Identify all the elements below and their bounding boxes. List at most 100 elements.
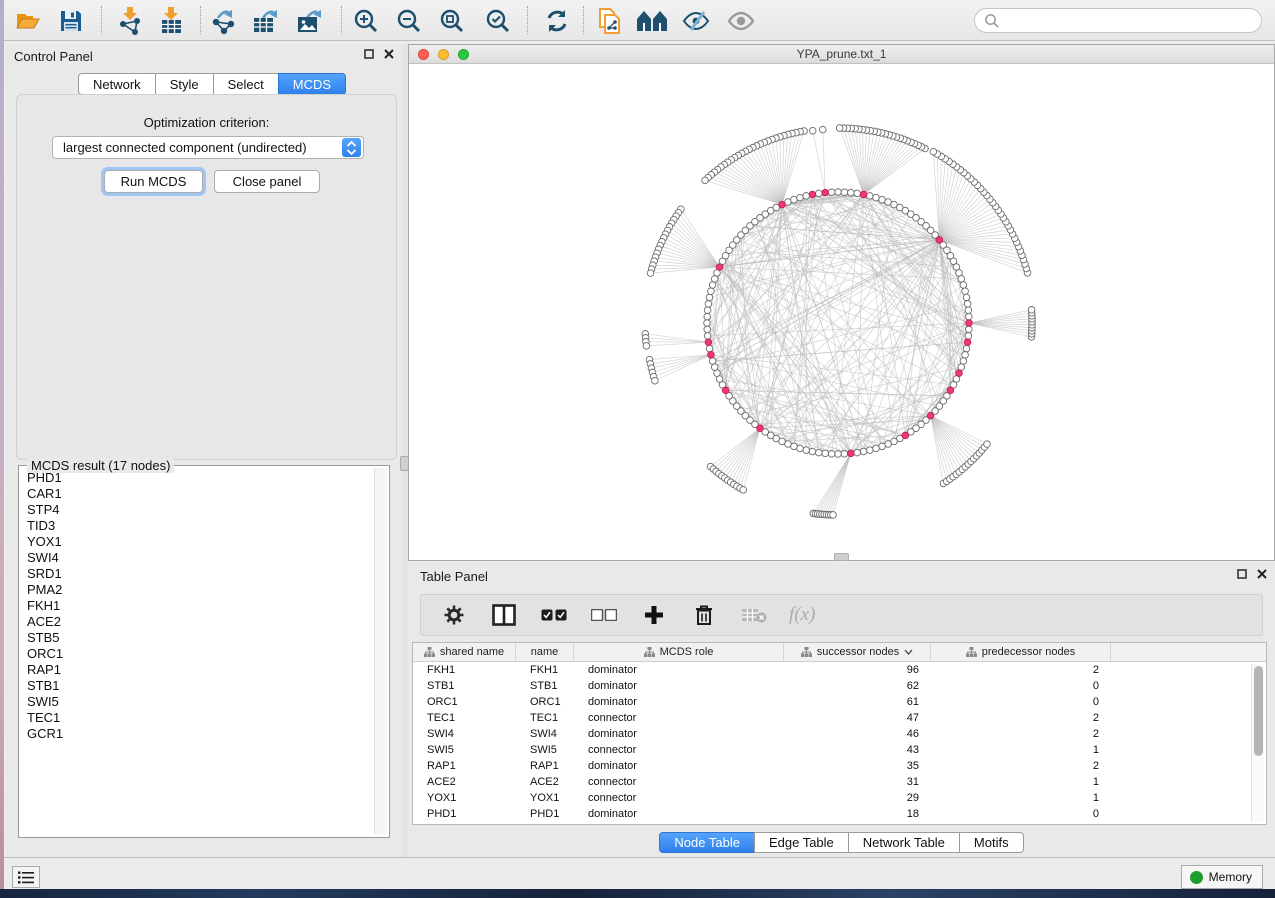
graph-node-dominator[interactable]: [927, 412, 934, 419]
column-header-name[interactable]: name: [516, 643, 574, 661]
tab-network-table[interactable]: Network Table: [848, 832, 960, 853]
graph-node[interactable]: [803, 447, 810, 454]
graph-node[interactable]: [709, 282, 716, 289]
graph-node-dominator[interactable]: [722, 387, 729, 394]
table-row[interactable]: YOX1YOX1connector291: [413, 790, 1266, 806]
mcds-result-item[interactable]: PHD1: [27, 470, 373, 486]
graph-node[interactable]: [702, 177, 709, 184]
graph-node-dominator[interactable]: [708, 352, 715, 359]
graph-node[interactable]: [966, 326, 973, 333]
select-all-button[interactable]: [539, 600, 569, 630]
graph-node[interactable]: [708, 288, 715, 295]
search-field[interactable]: [974, 8, 1262, 33]
graph-node[interactable]: [835, 451, 842, 458]
graph-node[interactable]: [822, 450, 829, 457]
graph-node[interactable]: [816, 449, 823, 456]
graph-node[interactable]: [809, 448, 816, 455]
memory-button[interactable]: Memory: [1181, 865, 1263, 889]
tab-motifs[interactable]: Motifs: [959, 832, 1024, 853]
table-row[interactable]: FKH1FKH1dominator962: [413, 662, 1266, 678]
zoom-fit-button[interactable]: [435, 4, 469, 38]
apply-function-button[interactable]: f(x): [789, 600, 815, 630]
close-panel-icon[interactable]: [384, 49, 394, 59]
table-settings-button[interactable]: [439, 600, 469, 630]
mcds-result-item[interactable]: STB1: [27, 678, 373, 694]
refresh-view-button[interactable]: [540, 4, 574, 38]
show-all-button[interactable]: [724, 4, 758, 38]
mcds-result-item[interactable]: YOX1: [27, 534, 373, 550]
graph-node[interactable]: [706, 345, 713, 352]
column-header-predecessor-nodes[interactable]: predecessor nodes: [931, 643, 1111, 661]
task-history-button[interactable]: [12, 866, 40, 888]
export-network-button[interactable]: [207, 4, 241, 38]
mcds-result-list[interactable]: PHD1CAR1STP4TID3YOX1SWI4SRD1PMA2FKH1ACE2…: [21, 470, 373, 832]
close-panel-icon[interactable]: [1257, 569, 1267, 579]
graph-node[interactable]: [873, 194, 880, 201]
mcds-result-item[interactable]: RAP1: [27, 662, 373, 678]
table-row[interactable]: SWI5SWI5connector431: [413, 742, 1266, 758]
create-column-button[interactable]: [639, 600, 669, 630]
mcds-result-item[interactable]: SRD1: [27, 566, 373, 582]
graph-node[interactable]: [854, 190, 861, 197]
graph-node[interactable]: [984, 441, 991, 448]
first-neighbors-button[interactable]: [636, 4, 670, 38]
graph-node[interactable]: [958, 276, 965, 283]
tab-style[interactable]: Style: [155, 73, 214, 95]
graph-node[interactable]: [820, 126, 827, 133]
graph-node[interactable]: [705, 301, 712, 308]
open-file-button[interactable]: [11, 4, 45, 38]
graph-node[interactable]: [841, 451, 848, 458]
graph-node[interactable]: [740, 487, 747, 494]
column-header-shared-name[interactable]: shared name: [413, 643, 516, 661]
mcds-result-item[interactable]: STP4: [27, 502, 373, 518]
graph-node[interactable]: [835, 189, 842, 196]
table-row[interactable]: SWI4SWI4dominator462: [413, 726, 1266, 742]
graph-node[interactable]: [854, 449, 861, 456]
graph-node[interactable]: [706, 294, 713, 301]
graph-node[interactable]: [960, 282, 967, 289]
graph-node[interactable]: [1028, 307, 1035, 314]
zoom-selected-button[interactable]: [481, 4, 515, 38]
graph-node[interactable]: [828, 451, 835, 458]
import-network-button[interactable]: [113, 4, 147, 38]
deselect-all-button[interactable]: [589, 600, 619, 630]
float-panel-icon[interactable]: [1237, 569, 1247, 579]
graph-node[interactable]: [836, 125, 843, 132]
graph-node[interactable]: [647, 270, 654, 277]
graph-node[interactable]: [962, 352, 969, 359]
table-row[interactable]: STB1STB1dominator620: [413, 678, 1266, 694]
show-column-panel-button[interactable]: [489, 600, 519, 630]
mcds-result-item[interactable]: SWI4: [27, 550, 373, 566]
export-image-button[interactable]: [293, 4, 327, 38]
graph-node-dominator[interactable]: [956, 370, 963, 377]
graph-node[interactable]: [960, 358, 967, 365]
graph-node[interactable]: [962, 288, 969, 295]
table-row[interactable]: ORC1ORC1dominator610: [413, 694, 1266, 710]
tab-mcds[interactable]: MCDS: [278, 73, 346, 95]
horizontal-splitter-handle[interactable]: [834, 553, 849, 561]
mcds-result-item[interactable]: GCR1: [27, 726, 373, 742]
delete-table-button[interactable]: [739, 600, 769, 630]
mcds-result-item[interactable]: CAR1: [27, 486, 373, 502]
graph-node[interactable]: [848, 189, 855, 196]
graph-node-dominator[interactable]: [705, 339, 712, 346]
mcds-result-item[interactable]: TEC1: [27, 710, 373, 726]
search-input[interactable]: [999, 14, 1249, 28]
graph-node-dominator[interactable]: [860, 191, 867, 198]
tab-node-table[interactable]: Node Table: [659, 832, 755, 853]
graph-node[interactable]: [828, 189, 835, 196]
mcds-result-item[interactable]: ORC1: [27, 646, 373, 662]
graph-node[interactable]: [704, 307, 711, 314]
graph-node[interactable]: [797, 194, 804, 201]
graph-node[interactable]: [965, 333, 972, 340]
export-table-button[interactable]: [249, 4, 283, 38]
mcds-list-scrollbar[interactable]: [374, 468, 387, 834]
graph-node-dominator[interactable]: [757, 425, 764, 432]
graph-node-dominator[interactable]: [809, 191, 816, 198]
graph-node[interactable]: [803, 193, 810, 200]
graph-node-dominator[interactable]: [716, 264, 723, 271]
graph-node-dominator[interactable]: [964, 339, 971, 346]
graph-node[interactable]: [652, 377, 659, 384]
table-row[interactable]: ACE2ACE2connector311: [413, 774, 1266, 790]
run-mcds-button[interactable]: Run MCDS: [104, 170, 203, 193]
